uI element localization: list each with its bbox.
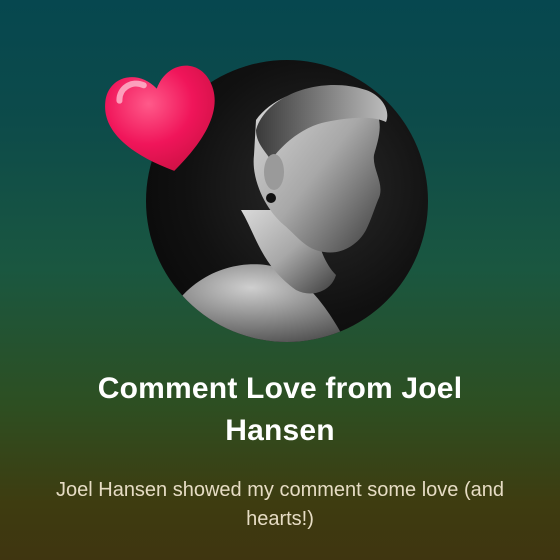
card-subtitle: Joel Hansen showed my comment some love … [56, 479, 504, 530]
comment-love-card: Comment Love from Joel Hansen Joel Hanse… [0, 0, 560, 560]
page-title: Comment Love from Joel Hansen [97, 372, 463, 447]
heart-icon [105, 65, 215, 171]
